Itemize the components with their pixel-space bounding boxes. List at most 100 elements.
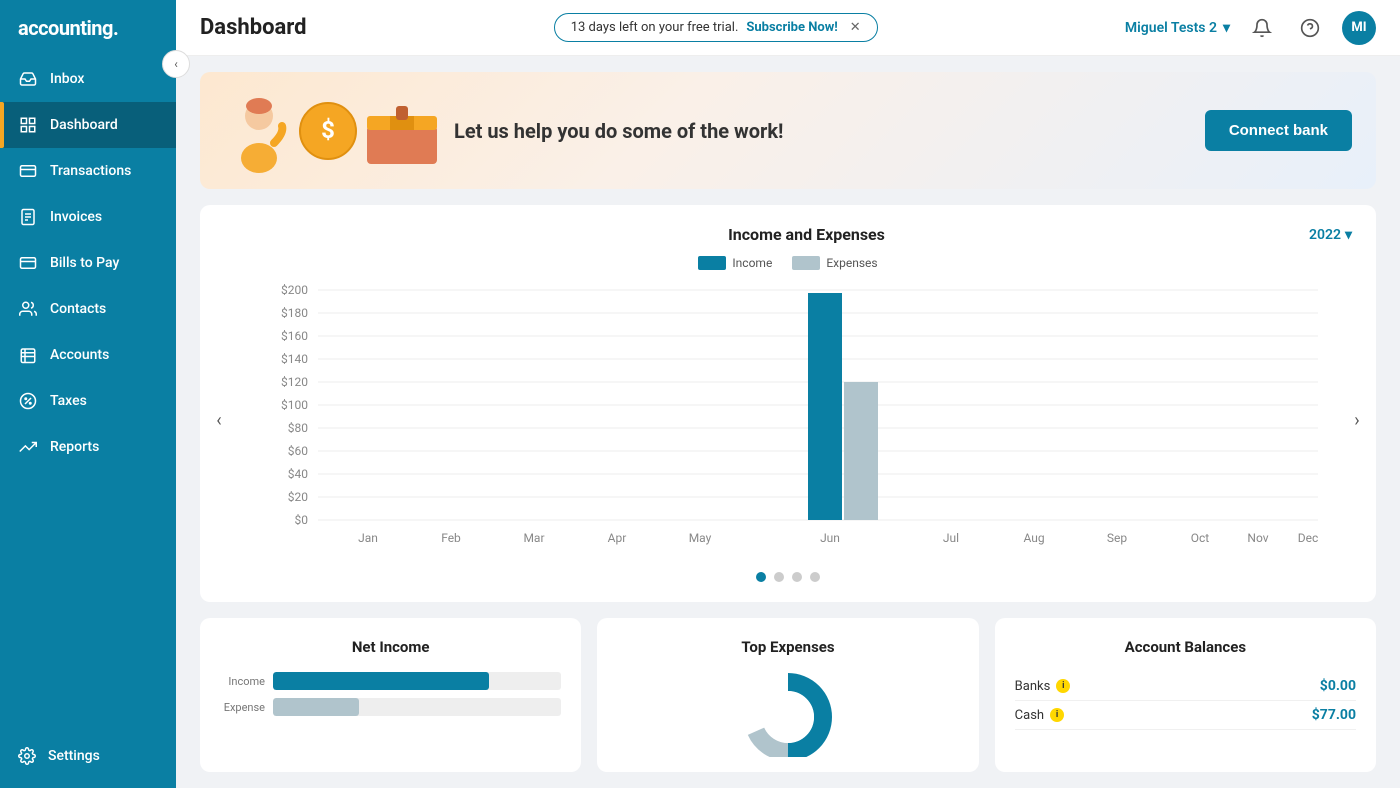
- sidebar-item-contacts[interactable]: Contacts: [0, 286, 176, 332]
- chart-dot-4[interactable]: [810, 572, 820, 582]
- chart-next-button[interactable]: ›: [1342, 405, 1372, 435]
- trial-text: 13 days left on your free trial.: [571, 20, 739, 35]
- bottom-cards: Net Income Income Expense: [200, 618, 1376, 772]
- chart-dot-1[interactable]: [756, 572, 766, 582]
- subscribe-link[interactable]: Subscribe Now!: [746, 20, 837, 35]
- svg-text:Nov: Nov: [1247, 531, 1268, 545]
- svg-text:Sep: Sep: [1107, 531, 1127, 545]
- net-income-title: Net Income: [220, 638, 561, 656]
- svg-text:$200: $200: [281, 283, 308, 297]
- svg-text:$180: $180: [281, 306, 308, 320]
- sidebar-item-dashboard[interactable]: Dashboard: [0, 102, 176, 148]
- sidebar-item-bills[interactable]: Bills to Pay: [0, 240, 176, 286]
- income-legend-color: [698, 256, 726, 270]
- income-bar-row: Income: [220, 672, 561, 690]
- coin-figure: $: [298, 101, 358, 161]
- promo-illustration: $: [224, 88, 442, 173]
- svg-text:Mar: Mar: [523, 531, 544, 545]
- banks-info-icon[interactable]: i: [1056, 679, 1070, 693]
- svg-text:$40: $40: [288, 467, 308, 481]
- sidebar-item-settings[interactable]: Settings: [0, 734, 176, 778]
- header: Dashboard 13 days left on your free tria…: [176, 0, 1400, 56]
- balance-row-cash: Cash i $77.00: [1015, 701, 1356, 730]
- content-area: $ Let us help you do some of the work! C…: [176, 56, 1400, 788]
- app-logo: accounting.: [0, 0, 176, 56]
- chart-header: Income and Expenses 2022 ▾: [224, 225, 1352, 244]
- account-balances-card: Account Balances Banks i $0.00 Cash i $7…: [995, 618, 1376, 772]
- promo-left: $ Let us help you do some of the work!: [224, 88, 783, 173]
- legend-income: Income: [698, 256, 772, 270]
- expense-bar-track: [273, 698, 561, 716]
- sidebar-nav: Inbox Dashboard Transactions: [0, 56, 176, 734]
- svg-text:$20: $20: [288, 490, 308, 504]
- sidebar-item-label: Accounts: [50, 347, 109, 363]
- header-right: Miguel Tests 2 ▾ MI: [1125, 11, 1376, 45]
- sidebar-item-label: Taxes: [50, 393, 87, 409]
- page-title: Dashboard: [200, 15, 307, 40]
- box-figure: [362, 96, 442, 166]
- sidebar-item-invoices[interactable]: Invoices: [0, 194, 176, 240]
- income-bar-track: [273, 672, 561, 690]
- sidebar-item-transactions[interactable]: Transactions: [0, 148, 176, 194]
- help-icon[interactable]: [1294, 12, 1326, 44]
- svg-text:Jun: Jun: [820, 531, 840, 545]
- reports-icon: [18, 437, 38, 457]
- cash-text: Cash: [1015, 708, 1044, 723]
- svg-text:$: $: [321, 116, 335, 144]
- income-bar-fill: [273, 672, 489, 690]
- bar-chart: $200 $180 $160 $140 $120 $100 $80 $60 $4…: [224, 280, 1352, 560]
- year-value: 2022: [1309, 227, 1341, 243]
- chart-prev-button[interactable]: ‹: [204, 405, 234, 435]
- svg-text:$100: $100: [281, 398, 308, 412]
- notifications-icon[interactable]: [1246, 12, 1278, 44]
- svg-text:May: May: [689, 531, 712, 545]
- expense-label: Expense: [220, 701, 265, 714]
- sidebar-item-taxes[interactable]: Taxes: [0, 378, 176, 424]
- svg-text:$120: $120: [281, 375, 308, 389]
- chevron-down-icon: ▾: [1223, 20, 1230, 36]
- banks-text: Banks: [1015, 679, 1051, 694]
- banks-label: Banks i: [1015, 679, 1071, 694]
- connect-bank-button[interactable]: Connect bank: [1205, 110, 1352, 151]
- banks-amount: $0.00: [1320, 678, 1356, 694]
- donut-chart: [617, 672, 958, 752]
- sidebar-item-inbox[interactable]: Inbox: [0, 56, 176, 102]
- svg-text:Jul: Jul: [943, 531, 959, 545]
- sidebar-item-label: Dashboard: [50, 117, 118, 133]
- sidebar-bottom: Settings: [0, 734, 176, 788]
- cash-label: Cash i: [1015, 708, 1064, 723]
- svg-text:Oct: Oct: [1191, 531, 1210, 545]
- svg-text:Apr: Apr: [608, 531, 627, 545]
- svg-text:$80: $80: [288, 421, 308, 435]
- top-expenses-title: Top Expenses: [617, 638, 958, 656]
- net-income-card: Net Income Income Expense: [200, 618, 581, 772]
- chart-title: Income and Expenses: [304, 225, 1309, 244]
- svg-text:$60: $60: [288, 444, 308, 458]
- sidebar-item-accounts[interactable]: Accounts: [0, 332, 176, 378]
- chart-container: ‹ › $200: [224, 280, 1352, 560]
- chart-dot-3[interactable]: [792, 572, 802, 582]
- balance-row-banks: Banks i $0.00: [1015, 672, 1356, 701]
- chevron-down-icon: ▾: [1345, 227, 1352, 243]
- chart-pagination-dots: [224, 572, 1352, 582]
- svg-text:Dec: Dec: [1298, 531, 1319, 545]
- sidebar-item-reports[interactable]: Reports: [0, 424, 176, 470]
- dashboard-icon: [18, 115, 38, 135]
- chart-dot-2[interactable]: [774, 572, 784, 582]
- cash-info-icon[interactable]: i: [1050, 708, 1064, 722]
- username: Miguel Tests 2: [1125, 20, 1217, 36]
- sidebar-collapse-button[interactable]: ‹: [162, 50, 190, 78]
- year-select[interactable]: 2022 ▾: [1309, 227, 1352, 243]
- user-menu[interactable]: Miguel Tests 2 ▾: [1125, 20, 1230, 36]
- settings-label: Settings: [48, 748, 100, 764]
- income-expenses-chart-card: Income and Expenses 2022 ▾ Income Expens…: [200, 205, 1376, 602]
- sidebar-item-label: Transactions: [50, 163, 131, 179]
- transactions-icon: [18, 161, 38, 181]
- income-legend-label: Income: [732, 256, 772, 270]
- trial-banner: 13 days left on your free trial. Subscri…: [554, 13, 878, 42]
- bills-icon: [18, 253, 38, 273]
- cash-amount: $77.00: [1312, 707, 1356, 723]
- accounts-icon: [18, 345, 38, 365]
- svg-text:$140: $140: [281, 352, 308, 366]
- close-trial-banner-button[interactable]: ✕: [850, 20, 861, 35]
